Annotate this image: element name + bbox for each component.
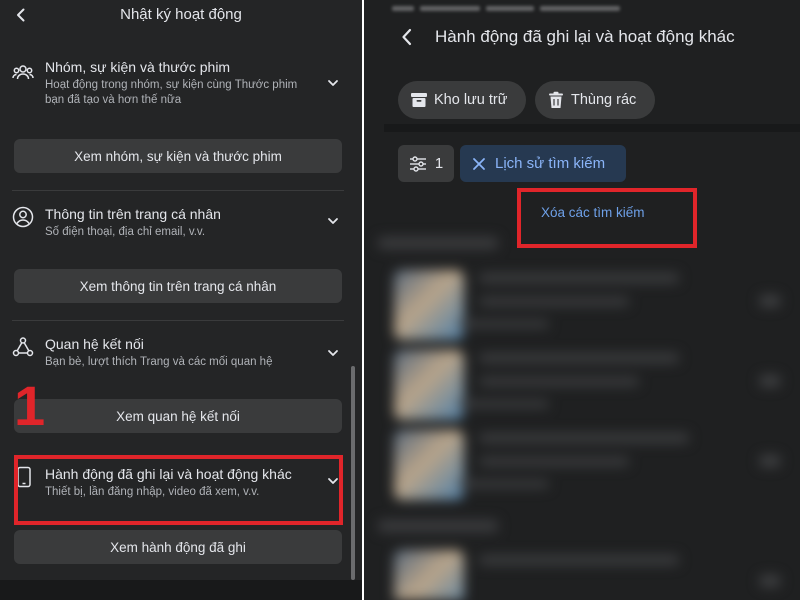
person-icon [12, 206, 34, 228]
section-subtitle: Số điện thoại, địa chỉ email, v.v. [45, 226, 206, 238]
filter-button[interactable]: 1 [398, 145, 454, 182]
view-groups-events-reels-button[interactable]: Xem nhóm, sự kiện và thước phim [14, 139, 342, 173]
trash-icon [547, 91, 565, 109]
page-title: Hành động đã ghi lại và hoạt động khác [435, 27, 735, 46]
activity-log-panel: Nhật ký hoạt động Nhóm, sự kiện và thước… [0, 0, 362, 600]
group-icon [12, 62, 34, 84]
archive-label: Kho lưu trữ [434, 92, 508, 108]
section-title: Nhóm, sự kiện và thước phim [45, 59, 231, 75]
trash-button[interactable]: Thùng rác [535, 81, 655, 119]
sliders-icon [409, 155, 427, 173]
bottom-bar [0, 580, 362, 600]
filter-count: 1 [434, 155, 444, 172]
section-divider [384, 124, 800, 132]
chevron-down-icon[interactable] [326, 76, 340, 90]
step-number-annotation: 1 [14, 374, 46, 437]
section-title: Thông tin trên trang cá nhân [45, 206, 221, 222]
divider [12, 320, 344, 321]
chevron-down-icon[interactable] [326, 346, 340, 360]
section-subtitle: Hoạt động trong nhóm, sự kiện cùng Thước… [45, 79, 298, 106]
trash-label: Thùng rác [571, 92, 637, 108]
view-logged-actions-button[interactable]: Xem hành động đã ghi [14, 530, 342, 564]
view-profile-info-button[interactable]: Xem thông tin trên trang cá nhân [14, 269, 342, 303]
chevron-down-icon[interactable] [326, 214, 340, 228]
status-bar-blur [392, 0, 692, 11]
divider [12, 190, 344, 191]
header: Nhật ký hoạt động [0, 0, 362, 32]
blurred-activity-list [364, 225, 800, 600]
highlight-box-annotation [14, 455, 343, 525]
view-connections-button[interactable]: Xem quan hệ kết nối [14, 399, 342, 433]
section-profile-info[interactable]: Thông tin trên trang cá nhân Số điện tho… [0, 192, 350, 262]
scrollbar[interactable] [351, 366, 355, 580]
back-arrow-icon[interactable] [400, 28, 414, 46]
section-connections[interactable]: Quan hệ kết nối Bạn bè, lượt thích Trang… [0, 322, 350, 392]
archive-icon [410, 91, 428, 109]
section-title: Quan hệ kết nối [45, 336, 144, 352]
search-history-chip[interactable]: Lịch sử tìm kiếm [460, 145, 626, 182]
page-title: Nhật ký hoạt động [120, 6, 242, 23]
archive-button[interactable]: Kho lưu trữ [398, 81, 526, 119]
close-icon[interactable] [472, 157, 486, 171]
section-groups-events-reels[interactable]: Nhóm, sự kiện và thước phim Hoạt động tr… [0, 50, 350, 145]
connections-icon [12, 336, 34, 358]
section-subtitle: Bạn bè, lượt thích Trang và các mối quan… [45, 356, 273, 368]
search-history-label: Lịch sử tìm kiếm [495, 155, 606, 172]
